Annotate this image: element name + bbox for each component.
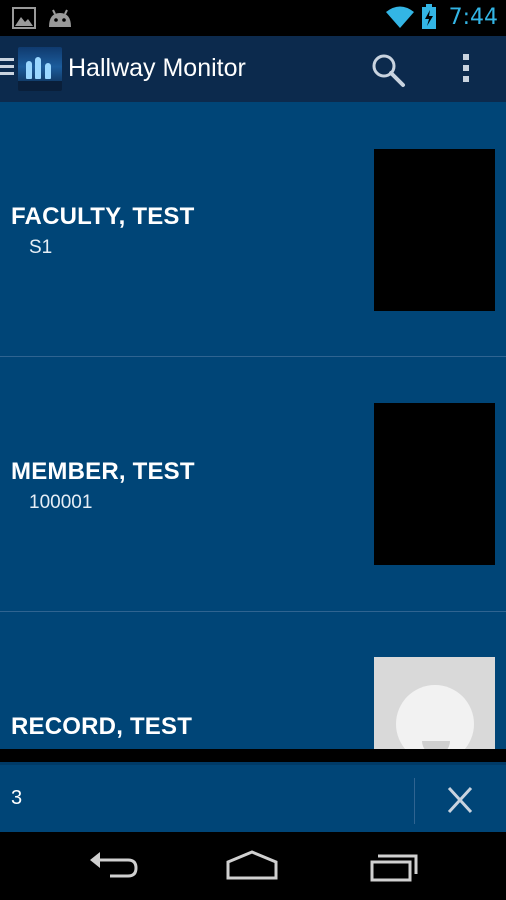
status-clock: 7:44 — [448, 4, 498, 30]
person-photo — [374, 149, 495, 311]
person-name: FACULTY, TEST — [11, 203, 195, 230]
status-bar: 7:44 — [0, 0, 506, 36]
avatar-placeholder-icon — [374, 657, 495, 749]
wifi-icon — [385, 6, 414, 28]
back-icon[interactable] — [82, 846, 142, 886]
person-id: S1 — [29, 237, 53, 258]
recent-apps-icon[interactable] — [364, 846, 424, 886]
home-icon[interactable] — [222, 846, 282, 886]
search-bar — [0, 762, 506, 832]
navigation-bar — [0, 832, 506, 900]
list-item[interactable]: MEMBER, TEST 100001 — [0, 357, 506, 612]
person-photo — [374, 403, 495, 565]
image-icon — [12, 7, 36, 29]
close-icon[interactable] — [430, 775, 490, 825]
search-icon[interactable] — [370, 52, 406, 88]
action-bar: Hallway Monitor — [0, 36, 506, 102]
drawer-menu-icon[interactable] — [0, 58, 14, 78]
app-logo[interactable] — [18, 47, 62, 91]
android-icon — [49, 9, 71, 27]
person-id: 100001 — [29, 492, 93, 513]
person-name: RECORD, TEST — [11, 713, 193, 740]
person-name: MEMBER, TEST — [11, 458, 195, 485]
list-item[interactable]: FACULTY, TEST S1 — [0, 102, 506, 357]
divider — [414, 778, 415, 824]
list-item[interactable]: RECORD, TEST — [0, 612, 506, 749]
search-input[interactable] — [0, 765, 414, 832]
app-title: Hallway Monitor — [68, 54, 246, 82]
results-list: FACULTY, TEST S1 MEMBER, TEST 100001 REC… — [0, 102, 506, 749]
battery-charging-icon — [421, 4, 436, 29]
overflow-menu-icon[interactable] — [458, 54, 474, 84]
